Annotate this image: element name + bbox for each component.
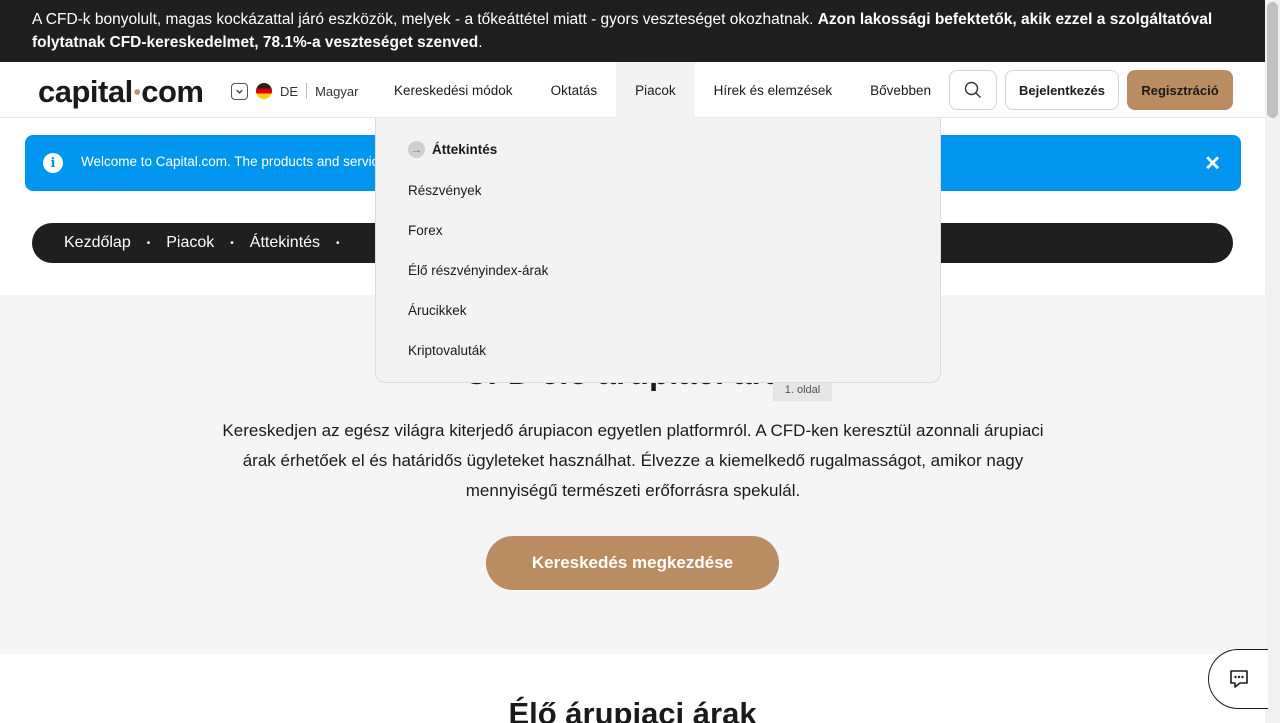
search-icon: [964, 81, 981, 98]
breadcrumb-home[interactable]: Kezdőlap: [64, 234, 131, 252]
logo-text-left: capital: [38, 74, 133, 109]
nav-education[interactable]: Oktatás: [532, 62, 617, 118]
breadcrumb-separator: •: [230, 237, 234, 249]
breadcrumb-markets[interactable]: Piacok: [166, 234, 214, 252]
register-button[interactable]: Regisztráció: [1127, 70, 1233, 110]
chevron-down-icon[interactable]: [231, 82, 248, 100]
login-button[interactable]: Bejelentkezés: [1005, 70, 1119, 110]
breadcrumb-separator: •: [336, 237, 340, 249]
logo-dot: •: [133, 82, 141, 105]
chat-icon: [1229, 670, 1248, 688]
breadcrumb-overview[interactable]: Áttekintés: [250, 234, 320, 252]
logo-text-right: com: [141, 74, 204, 109]
dropdown-item-commodities[interactable]: Árucikkek: [408, 303, 467, 318]
language-selector[interactable]: DE Magyar: [231, 81, 358, 101]
dropdown-item-overview[interactable]: → Áttekintés: [408, 141, 497, 158]
main-navbar: capital•com DE Magyar Kereskedési módok …: [0, 62, 1265, 118]
primary-nav: Kereskedési módok Oktatás Piacok Hírek é…: [375, 62, 950, 118]
capital-com-logo[interactable]: capital•com: [38, 74, 204, 110]
close-icon[interactable]: ✕: [1204, 151, 1221, 176]
dropdown-item-shares[interactable]: Részvények: [408, 183, 482, 198]
risk-warning-end: .: [478, 34, 483, 51]
risk-warning-banner: A CFD-k bonyolult, magas kockázattal jár…: [0, 0, 1265, 62]
dropdown-item-indices[interactable]: Élő részvényindex-árak: [408, 263, 548, 278]
language-divider: [306, 83, 308, 99]
nav-trading-modes[interactable]: Kereskedési módok: [375, 62, 532, 118]
dropdown-item-label: Áttekintés: [432, 142, 498, 157]
scrollbar-thumb[interactable]: [1267, 2, 1278, 118]
germany-flag-icon: [256, 83, 272, 99]
chat-button[interactable]: [1208, 649, 1268, 709]
dropdown-item-crypto[interactable]: Kriptovaluták: [408, 343, 486, 358]
search-button[interactable]: [949, 70, 997, 110]
hero-description: Kereskedjen az egész világra kiterjedő á…: [222, 421, 1044, 500]
nav-markets[interactable]: Piacok: [616, 62, 695, 118]
info-icon: i: [43, 153, 63, 173]
welcome-info-text: Welcome to Capital.com. The products and…: [81, 154, 379, 169]
dropdown-item-forex[interactable]: Forex: [408, 223, 443, 238]
nav-news-analysis[interactable]: Hírek és elemzések: [695, 62, 852, 118]
live-prices-title: Élő árupiaci árak: [508, 696, 757, 723]
arrow-right-icon: →: [408, 141, 425, 158]
page-scrollbar[interactable]: [1265, 0, 1280, 723]
nav-more[interactable]: Bővebben: [851, 62, 950, 118]
markets-dropdown-menu: → Áttekintés Részvények Forex Élő részvé…: [375, 118, 941, 383]
start-trading-button[interactable]: Kereskedés megkezdése: [486, 536, 779, 590]
language-name: Magyar: [315, 83, 359, 99]
risk-warning-text: A CFD-k bonyolult, magas kockázattal jár…: [32, 11, 818, 28]
breadcrumb-separator: •: [146, 237, 151, 249]
language-code: DE: [280, 83, 299, 99]
